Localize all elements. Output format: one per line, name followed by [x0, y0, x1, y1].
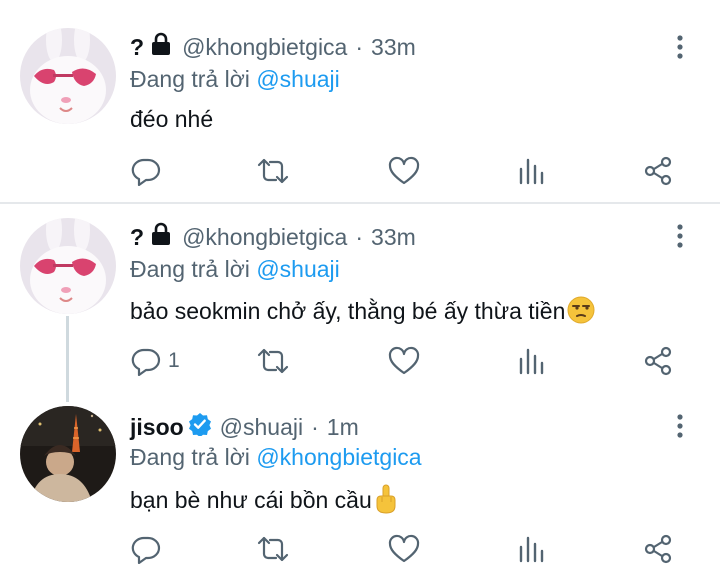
views-icon — [519, 348, 544, 375]
retweet-button[interactable] — [256, 534, 290, 564]
retweet-button[interactable] — [256, 156, 290, 186]
reply-to-link[interactable]: @khongbietgica — [256, 444, 421, 470]
reply-icon — [131, 536, 161, 564]
avatar-bunny[interactable] — [20, 218, 116, 314]
tweet-2[interactable]: ? @khongbietgica · 33m Đang trả lời @shu… — [0, 204, 720, 402]
replying-to: Đang trả lời @shuaji — [130, 66, 340, 93]
like-button[interactable] — [388, 156, 420, 186]
views-icon — [519, 158, 544, 185]
timestamp[interactable]: 33m — [371, 34, 416, 61]
retweet-icon — [257, 348, 289, 374]
display-name[interactable]: jisoo — [130, 414, 184, 441]
tweet-header: jisoo @shuaji · 1m — [130, 412, 359, 442]
like-icon — [388, 346, 420, 375]
views-button[interactable] — [518, 346, 546, 376]
tweet-text-row: bạn bè như cái bồn cầu — [130, 484, 398, 520]
share-button[interactable] — [644, 534, 674, 564]
action-bar: 1 — [130, 346, 690, 376]
display-name[interactable]: ? — [130, 34, 144, 61]
like-button[interactable] — [388, 346, 420, 376]
reply-button[interactable] — [130, 534, 168, 564]
unamused-face-icon — [567, 296, 595, 330]
action-bar — [130, 156, 690, 186]
separator-dot: · — [311, 413, 319, 440]
share-button[interactable] — [644, 156, 674, 186]
avatar-bunny[interactable] — [20, 28, 116, 124]
lock-icon — [150, 32, 172, 62]
display-name[interactable]: ? — [130, 224, 144, 251]
avatar-jisoo[interactable] — [20, 406, 116, 502]
user-handle[interactable]: @khongbietgica — [182, 34, 347, 61]
tweet-1[interactable]: ? @khongbietgica · 33m Đang trả lời @shu… — [0, 0, 720, 200]
share-button[interactable] — [644, 346, 674, 376]
share-icon — [644, 534, 672, 564]
share-icon — [644, 156, 672, 186]
timestamp[interactable]: 33m — [371, 224, 416, 251]
action-bar — [130, 534, 690, 564]
reply-icon — [131, 348, 161, 376]
like-icon — [388, 534, 420, 563]
tweet-header: ? @khongbietgica · 33m — [130, 32, 416, 62]
replying-to-label: Đang trả lời — [130, 256, 257, 282]
like-button[interactable] — [388, 534, 420, 564]
lock-icon — [150, 222, 172, 252]
retweet-icon — [257, 536, 289, 562]
more-icon[interactable] — [672, 222, 688, 252]
user-handle[interactable]: @shuaji — [220, 414, 303, 441]
views-icon — [519, 536, 544, 563]
tweet-header: ? @khongbietgica · 33m — [130, 222, 416, 252]
user-handle[interactable]: @khongbietgica — [182, 224, 347, 251]
tweet-text: bảo seokmin chở ấy, thằng bé ấy thừa tiề… — [130, 298, 566, 325]
tweet-text-row: bảo seokmin chở ấy, thằng bé ấy thừa tiề… — [130, 296, 595, 330]
tweet-3[interactable]: jisoo @shuaji · 1m Đang trả lời @khongbi… — [0, 394, 720, 582]
like-icon — [388, 156, 420, 185]
replying-to: Đang trả lời @shuaji — [130, 256, 340, 283]
retweet-icon — [257, 158, 289, 184]
replying-to-label: Đang trả lời — [130, 444, 257, 470]
thread-connector — [66, 316, 69, 402]
replying-to-label: Đang trả lời — [130, 66, 257, 92]
views-button[interactable] — [518, 156, 546, 186]
more-icon[interactable] — [672, 412, 688, 442]
reply-button[interactable]: 1 — [130, 346, 180, 376]
reply-icon — [131, 158, 161, 186]
views-button[interactable] — [518, 534, 546, 564]
timestamp[interactable]: 1m — [327, 414, 359, 441]
tweet-text: bạn bè như cái bồn cầu — [130, 487, 372, 514]
reply-count: 1 — [168, 349, 180, 372]
separator-dot: · — [355, 33, 364, 60]
tweet-text: đéo nhé — [130, 106, 214, 132]
reply-to-link[interactable]: @shuaji — [256, 66, 339, 92]
verified-icon — [188, 412, 212, 442]
separator-dot: · — [355, 223, 364, 250]
replying-to: Đang trả lời @khongbietgica — [130, 444, 422, 471]
more-icon[interactable] — [672, 33, 688, 63]
retweet-button[interactable] — [256, 346, 290, 376]
middle-finger-icon — [374, 484, 398, 520]
reply-to-link[interactable]: @shuaji — [256, 256, 339, 282]
reply-button[interactable] — [130, 156, 168, 186]
share-icon — [644, 346, 672, 376]
